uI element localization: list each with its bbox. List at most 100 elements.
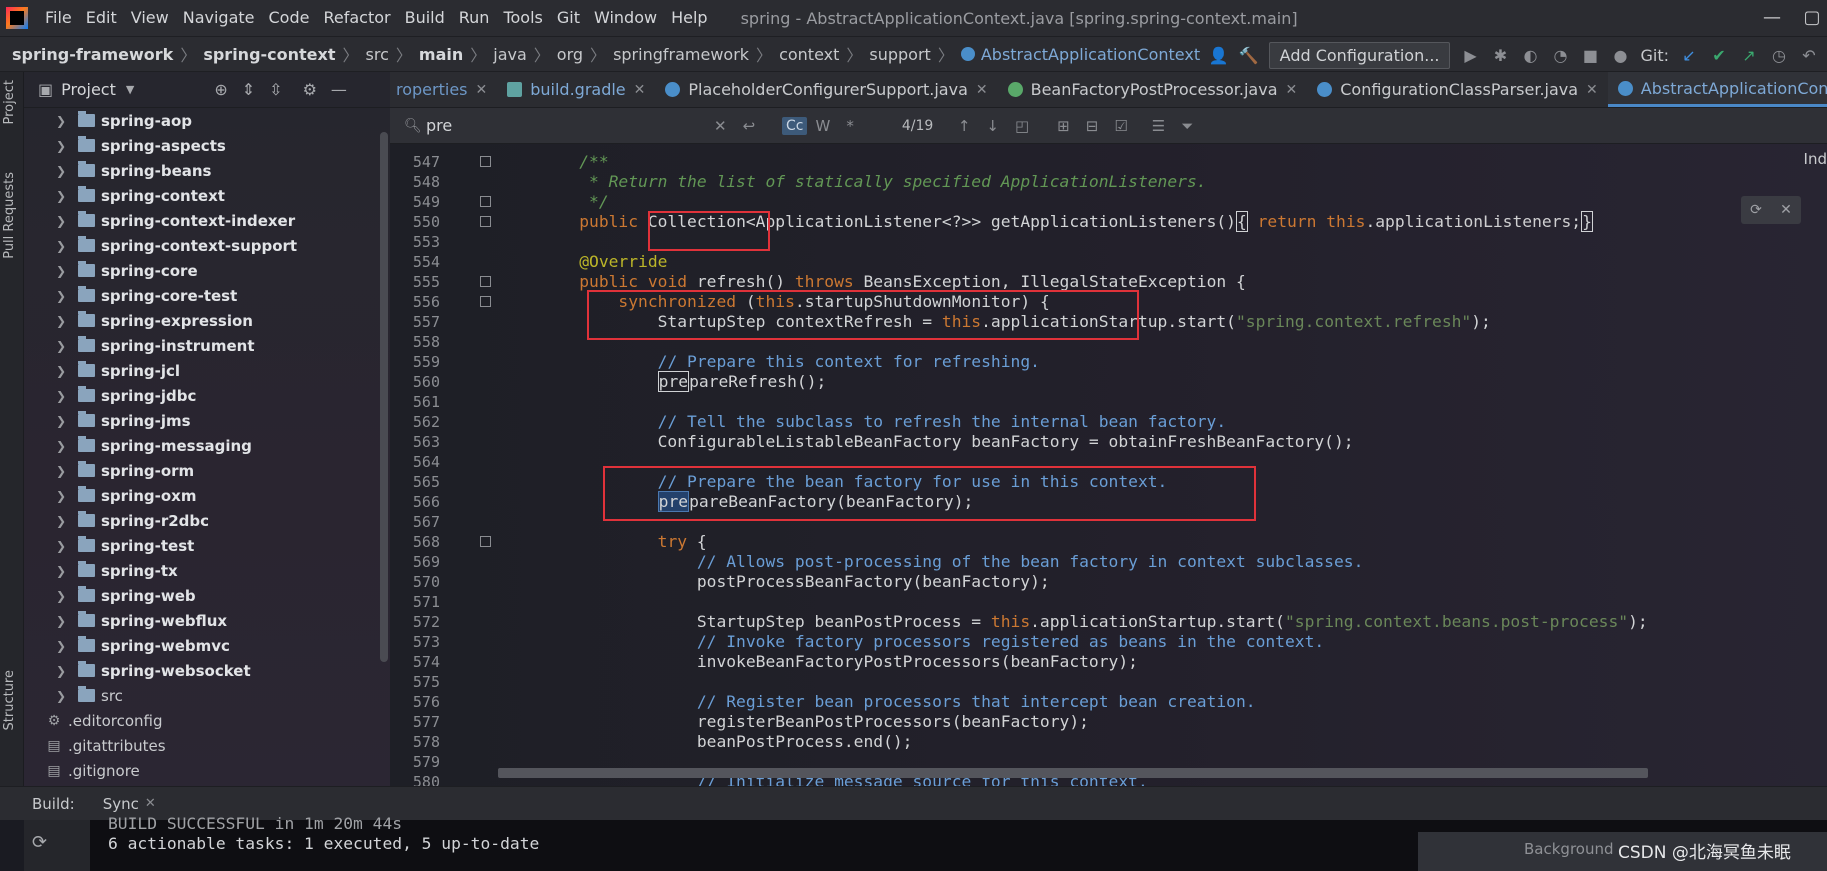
chevron-right-icon[interactable]: ❯ [56,139,70,153]
chevron-right-icon[interactable]: ❯ [56,114,70,128]
chevron-right-icon[interactable]: ❯ [56,339,70,353]
close-icon[interactable]: ✕ [1780,202,1792,218]
chevron-right-icon[interactable]: ❯ [56,239,70,253]
tree-item-spring-orm[interactable]: ❯ spring-orm [24,458,390,483]
chevron-right-icon[interactable]: ❯ [56,214,70,228]
breadcrumb-item[interactable]: context [779,45,839,64]
chevron-right-icon[interactable]: ❯ [56,164,70,178]
fold-marker-icon[interactable] [480,196,491,207]
regex-toggle[interactable]: * [846,117,854,135]
chevron-right-icon[interactable]: ❯ [56,264,70,278]
menu-run[interactable]: Run [452,0,497,36]
git-update-icon[interactable]: ↙ [1679,46,1699,65]
new-line-icon[interactable]: ↩ [743,117,756,135]
menu-build[interactable]: Build [398,0,452,36]
tree-item-spring-context[interactable]: ❯ spring-context [24,183,390,208]
chevron-right-icon[interactable]: ❯ [56,514,70,528]
menu-window[interactable]: Window [587,0,664,36]
menu-view[interactable]: View [124,0,176,36]
refresh-icon[interactable]: ⟳ [32,832,47,853]
fold-marker-icon[interactable] [480,296,491,307]
fold-marker-icon[interactable] [480,156,491,167]
tree-item-src[interactable]: ❯ src [24,683,390,708]
tree-item-spring-context-support[interactable]: ❯ spring-context-support [24,233,390,258]
fold-marker-icon[interactable] [480,536,491,547]
chevron-right-icon[interactable]: ❯ [56,464,70,478]
chevron-down-icon[interactable]: ▼ [126,83,134,96]
tree-item-spring-context-indexer[interactable]: ❯ spring-context-indexer [24,208,390,233]
menu-refactor[interactable]: Refactor [316,0,397,36]
stop-icon[interactable]: ■ [1580,46,1600,65]
tree-item-gitignore[interactable]: ▤ .gitignore [24,758,390,783]
chevron-right-icon[interactable]: ❯ [56,539,70,553]
chevron-right-icon[interactable]: ❯ [56,364,70,378]
select-all-occurrences-icon[interactable]: ☑ [1114,117,1127,135]
tree-item-spring-jms[interactable]: ❯ spring-jms [24,408,390,433]
chevron-right-icon[interactable]: ❯ [56,689,70,703]
locate-icon[interactable]: ⊕ [214,80,227,99]
breadcrumb-item[interactable]: support [869,45,930,64]
tree-item-spring-websocket[interactable]: ❯ spring-websocket [24,658,390,683]
tree-item-spring-instrument[interactable]: ❯ spring-instrument [24,333,390,358]
user-icon[interactable]: 👤 [1209,46,1229,65]
expand-all-icon[interactable]: ⇕ [242,80,255,99]
fold-marker-icon[interactable] [480,216,491,227]
settings-icon[interactable]: ☰ [1152,117,1165,135]
project-panel-title[interactable]: Project [61,80,116,99]
menu-help[interactable]: Help [664,0,714,36]
chevron-right-icon[interactable]: ❯ [56,439,70,453]
build-hammer-icon[interactable]: 🔨 [1239,46,1259,65]
fold-marker-icon[interactable] [480,276,491,287]
tree-item-spring-beans[interactable]: ❯ spring-beans [24,158,390,183]
clear-icon[interactable]: ✕ [714,117,727,135]
hide-icon[interactable]: — [331,80,347,99]
menu-tools[interactable]: Tools [496,0,549,36]
breadcrumb-active-item[interactable]: AbstractApplicationContext [981,45,1200,64]
chevron-right-icon[interactable]: ❯ [56,639,70,653]
open-in-window-icon[interactable]: ◰ [1015,117,1029,135]
tree-item-spring-test[interactable]: ❯ spring-test [24,533,390,558]
chevron-right-icon[interactable]: ❯ [56,414,70,428]
find-input[interactable]: 🔍︎ pre ✕ ↩ [404,112,764,140]
chevron-right-icon[interactable]: ❯ [56,664,70,678]
tree-item-spring-web[interactable]: ❯ spring-web [24,583,390,608]
tree-item-spring-core-test[interactable]: ❯ spring-core-test [24,283,390,308]
arrow-down-icon[interactable]: ↓ [986,117,999,135]
add-configuration-button[interactable]: Add Configuration... [1268,41,1451,69]
tree-item-spring-tx[interactable]: ❯ spring-tx [24,558,390,583]
profile-icon[interactable]: ◔ [1550,46,1570,65]
code-editor[interactable]: 547 548 549 550 553 554 555 556 557 558 … [390,144,1827,786]
project-tool-tab[interactable]: Project [2,80,17,124]
tree-item-spring-webmvc[interactable]: ❯ spring-webmvc [24,633,390,658]
tab-bean-factory-post-processor[interactable]: BeanFactoryPostProcessor.java ✕ [998,72,1308,107]
chevron-right-icon[interactable]: ❯ [56,589,70,603]
git-push-icon[interactable]: ↗ [1739,46,1759,65]
menu-code[interactable]: Code [262,0,317,36]
chevron-right-icon[interactable]: ❯ [56,564,70,578]
breadcrumb-item[interactable]: main [419,45,463,64]
breadcrumb-item[interactable]: spring-framework [12,45,173,64]
breadcrumb-item[interactable]: springframework [613,45,749,64]
chevron-right-icon[interactable]: ❯ [56,189,70,203]
tree-item-spring-jcl[interactable]: ❯ spring-jcl [24,358,390,383]
tree-item-spring-oxm[interactable]: ❯ spring-oxm [24,483,390,508]
tree-item-spring-core[interactable]: ❯ spring-core [24,258,390,283]
tree-item-spring-webflux[interactable]: ❯ spring-webflux [24,608,390,633]
tab-sync[interactable]: Sync [103,795,139,813]
chevron-right-icon[interactable]: ❯ [56,314,70,328]
tree-item-spring-aspects[interactable]: ❯ spring-aspects [24,133,390,158]
reload-gradle-icon[interactable]: ⟳ [1750,202,1762,218]
chevron-right-icon[interactable]: ❯ [56,614,70,628]
arrow-up-icon[interactable]: ↑ [958,117,971,135]
project-tree-scrollbar[interactable] [380,132,388,662]
close-icon[interactable]: ✕ [476,82,488,98]
close-icon[interactable]: ✕ [634,82,646,98]
tree-item-spring-jdbc[interactable]: ❯ spring-jdbc [24,383,390,408]
tab-configuration-class-parser[interactable]: ConfigurationClassParser.java ✕ [1307,72,1608,107]
minimize-button[interactable]: — [1752,0,1792,36]
filter-icon[interactable]: ⏷ [1181,117,1193,135]
tab-properties[interactable]: roperties ✕ [390,72,497,107]
history-icon[interactable]: ◷ [1769,46,1789,65]
find-query[interactable]: pre [426,116,706,135]
git-commit-icon[interactable]: ✔ [1709,46,1729,65]
